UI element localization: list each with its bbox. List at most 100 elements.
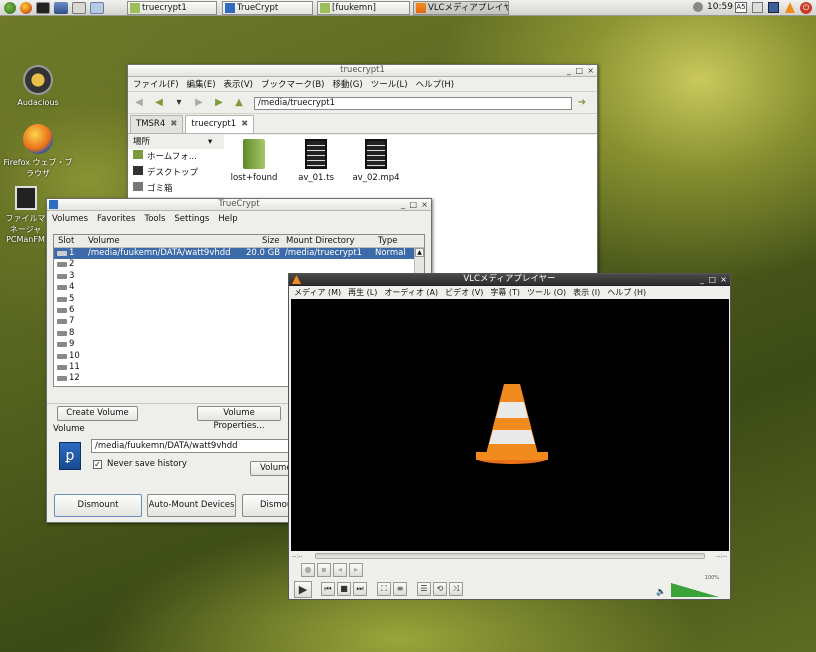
close-button[interactable]: × bbox=[720, 275, 727, 285]
taskbar-item-truecrypt1[interactable]: truecrypt1 bbox=[127, 1, 217, 15]
chevron-down-icon[interactable]: ▾ bbox=[172, 96, 186, 110]
terminal-launcher-icon[interactable] bbox=[36, 1, 50, 14]
sidebar-item-home[interactable]: ホームフォ... bbox=[128, 149, 224, 165]
menu-bookmarks[interactable]: ブックマーク(B) bbox=[261, 78, 324, 90]
volume-slider[interactable]: 100% bbox=[671, 575, 719, 597]
file-item[interactable]: av_02.mp4 bbox=[348, 139, 404, 183]
menu-help[interactable]: ヘルプ (H) bbox=[607, 287, 646, 298]
auto-mount-devices-button[interactable]: Auto-Mount Devices bbox=[147, 494, 236, 517]
play-icon[interactable]: ▶ bbox=[294, 581, 312, 598]
loop-ab-icon[interactable]: ◂ bbox=[333, 563, 347, 577]
menu-subtitle[interactable]: 字幕 (T) bbox=[490, 287, 520, 298]
shuffle-icon[interactable]: ⤨ bbox=[449, 582, 463, 596]
go-arrow-icon[interactable]: ➜ bbox=[575, 96, 589, 110]
fullscreen-icon[interactable]: ⛶ bbox=[377, 582, 391, 596]
close-button[interactable]: × bbox=[421, 200, 428, 210]
menu-video[interactable]: ビデオ (V) bbox=[445, 287, 483, 298]
next-icon[interactable]: ⏭ bbox=[353, 582, 367, 596]
menu-edit[interactable]: 編集(E) bbox=[187, 78, 216, 90]
maximize-button[interactable]: □ bbox=[708, 275, 716, 285]
menu-view[interactable]: 表示(V) bbox=[224, 78, 253, 90]
show-desktop-icon[interactable] bbox=[54, 1, 68, 14]
minimize-button[interactable]: _ bbox=[567, 66, 571, 76]
table-row[interactable]: 2 bbox=[54, 259, 424, 270]
select-volume-button[interactable]: Volume bbox=[250, 461, 292, 476]
file-item[interactable]: lost+found bbox=[226, 139, 282, 183]
close-tab-icon[interactable]: ✖ bbox=[170, 119, 177, 129]
minimize-button[interactable]: _ bbox=[401, 200, 405, 210]
battery-icon[interactable] bbox=[752, 2, 763, 13]
desktop-icon-audacious[interactable]: Audacious bbox=[3, 65, 73, 107]
display-icon[interactable] bbox=[768, 2, 779, 13]
seek-slider[interactable] bbox=[315, 553, 705, 559]
never-save-history-checkbox[interactable]: ✓ bbox=[93, 460, 102, 469]
dismount-button[interactable]: Dismount bbox=[54, 494, 142, 517]
snapshot-icon[interactable]: ▪ bbox=[317, 563, 331, 577]
menu-tools[interactable]: ツール(L) bbox=[371, 78, 408, 90]
sidebar-item-desktop[interactable]: デスクトップ bbox=[128, 165, 224, 181]
table-row[interactable]: 1 /media/fuukemn/DATA/watt9vhdd 20.0 GB … bbox=[54, 248, 424, 260]
up-arrow-icon[interactable]: ▲ bbox=[232, 96, 246, 110]
col-mount-directory[interactable]: Mount Directory bbox=[286, 236, 355, 246]
menu-audio[interactable]: オーディオ (A) bbox=[384, 287, 438, 298]
col-slot[interactable]: Slot bbox=[58, 236, 74, 246]
col-type[interactable]: Type bbox=[378, 236, 398, 246]
menu-settings[interactable]: Settings bbox=[174, 214, 209, 224]
stop-icon[interactable]: ■ bbox=[337, 582, 351, 596]
menu-favorites[interactable]: Favorites bbox=[97, 214, 135, 224]
taskbar-item-fuukemn[interactable]: [fuukemn] bbox=[317, 1, 410, 15]
speaker-icon[interactable]: 🔈 bbox=[656, 587, 666, 596]
file-item[interactable]: av_01.ts bbox=[288, 139, 344, 183]
back-arrow-icon[interactable]: ◀ bbox=[132, 96, 146, 110]
menu-icon[interactable] bbox=[4, 1, 16, 14]
close-tab-icon[interactable]: ✖ bbox=[241, 119, 248, 129]
title-bar[interactable]: TrueCrypt _ □ × bbox=[47, 199, 431, 211]
close-button[interactable]: × bbox=[587, 66, 594, 76]
network-icon[interactable] bbox=[693, 2, 703, 12]
menu-media[interactable]: メディア (M) bbox=[294, 287, 341, 298]
menu-go[interactable]: 移動(G) bbox=[332, 78, 362, 90]
col-volume[interactable]: Volume bbox=[88, 236, 120, 246]
desktop-icon-pcmanfm[interactable]: ファイルマネージャ PCManFM bbox=[3, 186, 48, 244]
col-size[interactable]: Size bbox=[262, 236, 279, 246]
frame-step-icon[interactable]: ▸ bbox=[349, 563, 363, 577]
previous-icon[interactable]: ⏮ bbox=[321, 582, 335, 596]
workspace-switcher-icon[interactable] bbox=[90, 1, 104, 14]
places-header[interactable]: 場所 ▾ bbox=[128, 135, 224, 149]
menu-tools[interactable]: Tools bbox=[144, 214, 165, 224]
desktop-icon-firefox[interactable]: Firefox ウェブ・ブラウザ bbox=[3, 124, 73, 179]
volume-path-input[interactable]: /media/fuukemn/DATA/watt9vhdd bbox=[91, 439, 311, 453]
menu-help[interactable]: ヘルプ(H) bbox=[416, 78, 455, 90]
playlist-icon[interactable]: ☰ bbox=[417, 582, 431, 596]
maximize-button[interactable]: □ bbox=[575, 66, 583, 76]
maximize-button[interactable]: □ bbox=[409, 200, 417, 210]
menu-volumes[interactable]: Volumes bbox=[52, 214, 88, 224]
forward-arrow-icon[interactable]: ▶ bbox=[192, 96, 206, 110]
title-bar[interactable]: truecrypt1 _ □ × bbox=[128, 65, 597, 77]
menu-tools[interactable]: ツール (O) bbox=[527, 287, 566, 298]
menu-help[interactable]: Help bbox=[218, 214, 237, 224]
menu-playback[interactable]: 再生 (L) bbox=[348, 287, 377, 298]
tab-tmsr4[interactable]: TMSR4 ✖ bbox=[130, 115, 184, 133]
loop-icon[interactable]: ⟲ bbox=[433, 582, 447, 596]
input-method-icon[interactable]: A5 bbox=[735, 2, 747, 13]
taskbar-item-vlc[interactable]: VLCメディアプレイヤー bbox=[413, 1, 509, 15]
dismount-all-button[interactable]: Dismou bbox=[242, 494, 292, 517]
firefox-launcher-icon[interactable] bbox=[20, 1, 32, 14]
menu-file[interactable]: ファイル(F) bbox=[133, 78, 179, 90]
history-back-icon[interactable]: ◀ bbox=[152, 96, 166, 110]
clock[interactable]: 10:59 bbox=[707, 2, 733, 12]
minimize-button[interactable]: _ bbox=[700, 275, 704, 285]
history-forward-icon[interactable]: ▶ bbox=[212, 96, 226, 110]
video-area[interactable] bbox=[291, 299, 729, 551]
file-manager-launcher-icon[interactable] bbox=[72, 1, 86, 14]
record-icon[interactable]: ● bbox=[301, 563, 315, 577]
location-input[interactable]: /media/truecrypt1 bbox=[254, 97, 572, 110]
sidebar-item-trash[interactable]: ゴミ箱 bbox=[128, 181, 224, 197]
menu-view[interactable]: 表示 (I) bbox=[573, 287, 600, 298]
power-icon[interactable]: ⏻ bbox=[800, 2, 812, 14]
tab-truecrypt1[interactable]: truecrypt1 ✖ bbox=[185, 115, 255, 133]
title-bar[interactable]: VLCメディアプレイヤー _ □ × bbox=[289, 274, 730, 286]
taskbar-item-truecrypt[interactable]: TrueCrypt bbox=[222, 1, 313, 15]
volume-properties-button[interactable]: Volume Properties... bbox=[197, 406, 281, 431]
